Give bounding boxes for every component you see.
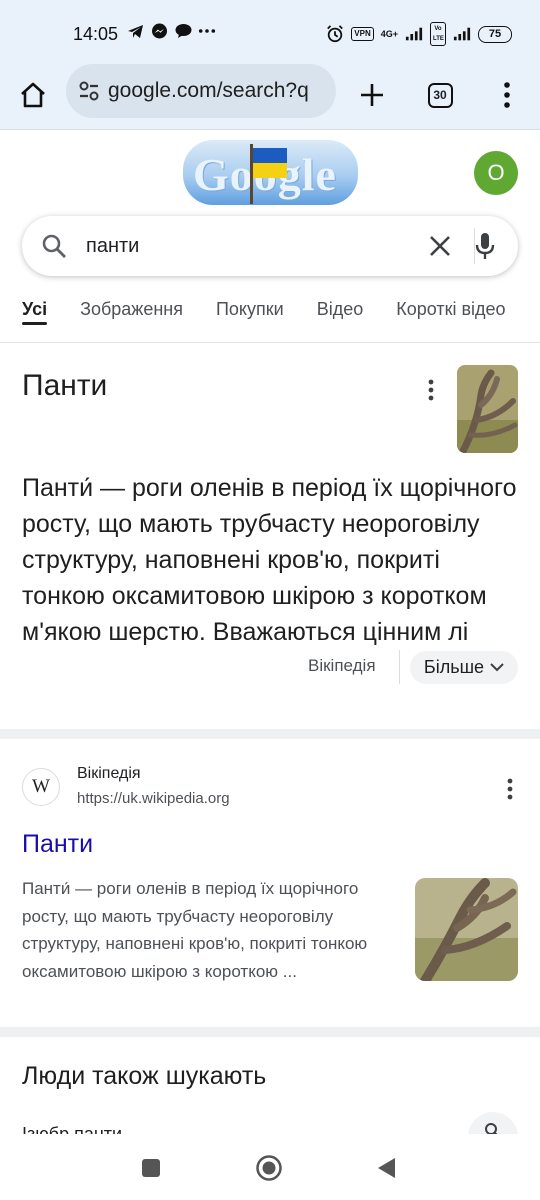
- search-box: [22, 216, 518, 276]
- status-bar: 14:05 VPN 4G+ Vo LTE 75: [0, 0, 540, 62]
- tab-count: 30: [427, 82, 453, 108]
- tabs-divider: [0, 342, 540, 343]
- plus-icon: [361, 84, 383, 106]
- knowledge-panel-source[interactable]: Вікіпедія: [306, 656, 376, 676]
- home-nav-button[interactable]: [253, 1152, 285, 1184]
- home-button[interactable]: [10, 72, 56, 118]
- kebab-menu-icon: [504, 82, 510, 108]
- result-url[interactable]: https://uk.wikipedia.org: [77, 790, 230, 807]
- knowledge-panel-image[interactable]: [457, 365, 518, 453]
- home-icon: [21, 82, 45, 108]
- result-title-link[interactable]: Панти: [22, 830, 93, 859]
- account-avatar[interactable]: O: [474, 151, 518, 195]
- people-also-search-item-label: Ізюбр панти: [22, 1124, 123, 1134]
- chat-bubble-icon: [174, 22, 192, 40]
- people-also-search-button[interactable]: [468, 1112, 518, 1134]
- result-menu-button[interactable]: [498, 776, 522, 802]
- telegram-icon: [126, 22, 144, 40]
- url-text[interactable]: google.com/search?q: [108, 79, 309, 103]
- tab-videos[interactable]: Відео: [317, 294, 364, 342]
- more-dots-icon: [198, 22, 216, 40]
- flag-stripe-yellow: [253, 163, 287, 178]
- more-button-label: Більше: [423, 657, 485, 677]
- status-notification-icons: [126, 22, 216, 40]
- browser-toolbar: google.com/search?q 30: [0, 62, 540, 130]
- search-icon: [485, 1123, 498, 1134]
- vpn-badge: VPN: [351, 27, 374, 41]
- result-site-name[interactable]: Вікіпедія: [77, 765, 141, 783]
- google-doodle[interactable]: Google: [183, 140, 358, 205]
- knowledge-panel-title: Панти: [22, 369, 108, 402]
- volte-badge: Vo LTE: [430, 22, 446, 46]
- search-input[interactable]: [86, 231, 386, 261]
- search-icon[interactable]: [38, 230, 70, 262]
- tab-switcher-button[interactable]: 30: [417, 72, 463, 118]
- people-also-search-title: Люди також шукають: [22, 1062, 267, 1090]
- search-tabs: Усі Зображення Покупки Відео Короткі від…: [22, 294, 540, 342]
- status-system-icons: VPN 4G+ Vo LTE 75: [326, 22, 512, 46]
- battery-indicator: 75: [478, 25, 512, 43]
- alarm-icon: [326, 25, 344, 43]
- recents-button[interactable]: [135, 1152, 167, 1184]
- tab-images[interactable]: Зображення: [80, 294, 183, 342]
- wikipedia-favicon[interactable]: W: [22, 768, 60, 806]
- status-time: 14:05: [73, 24, 119, 44]
- people-also-search-item[interactable]: Ізюбр панти: [22, 1120, 518, 1134]
- antler-image: [457, 365, 518, 453]
- messenger-icon: [150, 22, 168, 40]
- kebab-menu-icon: [507, 778, 513, 800]
- square-icon: [142, 1159, 160, 1177]
- flag-stripe-blue: [253, 148, 287, 163]
- tab-short-videos[interactable]: Короткі відео: [396, 294, 505, 342]
- clear-search-icon[interactable]: [424, 230, 456, 262]
- circle-icon: [256, 1155, 282, 1181]
- voice-search-icon[interactable]: [469, 230, 501, 262]
- network-type: 4G+: [380, 29, 398, 39]
- section-separator: [0, 729, 540, 739]
- knowledge-panel-separator: [399, 650, 400, 684]
- result-snippet: Панти́ — роги оленів в період їх щорічно…: [22, 879, 368, 981]
- new-tab-button[interactable]: [349, 72, 395, 118]
- tab-all[interactable]: Усі: [22, 294, 48, 342]
- antler-image: [415, 878, 518, 981]
- more-button[interactable]: Більше: [410, 651, 518, 684]
- system-navigation-bar: [0, 1134, 540, 1200]
- site-settings-icon[interactable]: [78, 80, 100, 102]
- signal-2-icon: [453, 25, 471, 43]
- knowledge-panel-menu-button[interactable]: [419, 377, 443, 403]
- result-thumbnail[interactable]: [415, 878, 518, 981]
- chevron-down-icon: [490, 663, 504, 672]
- kebab-menu-icon: [428, 379, 434, 401]
- back-button[interactable]: [370, 1152, 402, 1184]
- address-bar[interactable]: google.com/search?q: [66, 64, 336, 118]
- signal-icon: [405, 25, 423, 43]
- back-triangle-icon: [378, 1158, 395, 1178]
- tab-shopping[interactable]: Покупки: [216, 294, 284, 342]
- browser-menu-button[interactable]: [484, 72, 530, 118]
- section-separator: [0, 1027, 540, 1037]
